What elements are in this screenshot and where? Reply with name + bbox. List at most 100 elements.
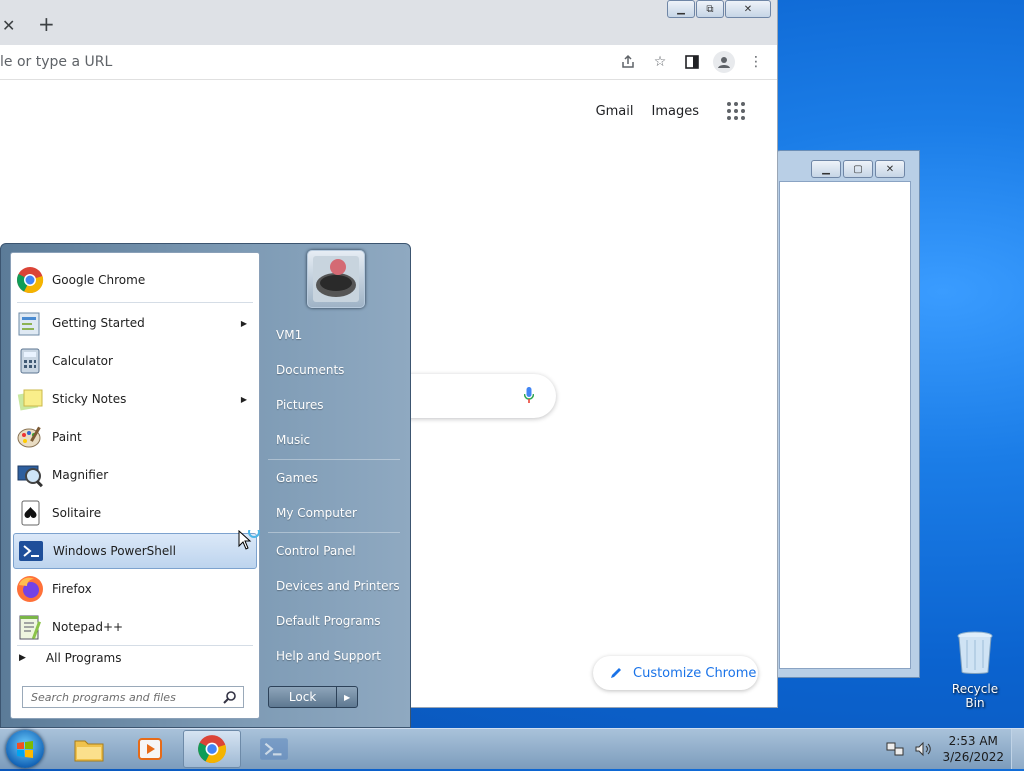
- shutdown-options-arrow-icon[interactable]: ▶: [336, 687, 357, 707]
- lock-label: Lock: [288, 690, 317, 704]
- new-tab-button[interactable]: +: [38, 12, 55, 36]
- menu-kebab-icon[interactable]: ⋮: [745, 51, 767, 73]
- start-menu-programs-pane: Google Chrome Getting Started ▶ Calculat…: [10, 252, 260, 719]
- tab-close-icon[interactable]: ✕: [2, 16, 15, 35]
- search-placeholder: Search programs and files: [31, 690, 176, 704]
- program-item-calculator[interactable]: Calculator: [13, 343, 257, 379]
- volume-icon[interactable]: [914, 740, 932, 758]
- customize-chrome-label: Customize Chrome: [633, 665, 757, 681]
- minimize-button[interactable]: ▁: [667, 0, 695, 18]
- background-window-controls: ▁ ▢ ✕: [811, 160, 905, 178]
- powershell-icon: [16, 536, 46, 566]
- right-link-default-programs[interactable]: Default Programs: [276, 614, 381, 628]
- taskbar: 2:53 AM 3/26/2022: [0, 728, 1024, 769]
- program-item-google-chrome[interactable]: Google Chrome: [13, 262, 257, 298]
- background-window-content: [779, 181, 911, 669]
- program-item-paint[interactable]: Paint: [13, 419, 257, 455]
- user-avatar[interactable]: [307, 250, 365, 308]
- profile-icon[interactable]: [713, 51, 735, 73]
- recycle-bin-desktop-icon[interactable]: Recycle Bin: [942, 630, 1008, 710]
- taskbar-chrome-button[interactable]: [183, 730, 241, 768]
- submenu-arrow-icon: ▶: [240, 394, 247, 404]
- divider: [17, 302, 253, 303]
- network-icon[interactable]: [886, 740, 904, 758]
- program-label: Notepad++: [52, 620, 124, 634]
- tab-bar: ✕ + ▁ ⧉ ✕: [0, 0, 777, 45]
- gmail-link[interactable]: Gmail: [596, 104, 634, 119]
- show-desktop-button[interactable]: [1011, 729, 1024, 769]
- minimize-button[interactable]: ▁: [811, 160, 841, 178]
- chrome-icon: [15, 265, 45, 295]
- program-label: Firefox: [52, 582, 92, 596]
- right-link-help-and-support[interactable]: Help and Support: [276, 649, 381, 663]
- program-item-notepadpp[interactable]: Notepad++: [13, 609, 257, 645]
- right-link-pictures[interactable]: Pictures: [276, 398, 324, 412]
- omnibox-text[interactable]: le or type a URL: [0, 54, 112, 70]
- all-programs-button[interactable]: ▶ All Programs: [19, 651, 122, 665]
- toolbar-icons: ☆ ⋮: [617, 51, 767, 73]
- magnifier-icon: [15, 460, 45, 490]
- restore-button[interactable]: ⧉: [696, 0, 724, 18]
- window-controls: ▁ ⧉ ✕: [667, 0, 771, 18]
- google-top-links: Gmail Images: [596, 102, 745, 120]
- right-link-devices-and-printers[interactable]: Devices and Printers: [276, 579, 400, 593]
- address-bar[interactable]: le or type a URL ☆ ⋮: [0, 45, 777, 80]
- right-link-documents[interactable]: Documents: [276, 363, 344, 377]
- program-label: Solitaire: [52, 506, 102, 520]
- firefox-icon: [15, 574, 45, 604]
- program-label: Sticky Notes: [52, 392, 127, 406]
- close-button[interactable]: ✕: [875, 160, 905, 178]
- program-item-magnifier[interactable]: Magnifier: [13, 457, 257, 493]
- system-tray: 2:53 AM 3/26/2022: [886, 733, 1004, 765]
- folder-icon: [74, 740, 104, 762]
- program-item-sticky-notes[interactable]: Sticky Notes ▶: [13, 381, 257, 417]
- program-item-firefox[interactable]: Firefox: [13, 571, 257, 607]
- clock[interactable]: 2:53 AM 3/26/2022: [942, 733, 1004, 765]
- background-window[interactable]: ▁ ▢ ✕: [774, 150, 920, 678]
- right-link-my-computer[interactable]: My Computer: [276, 506, 357, 520]
- sticky-notes-icon: [15, 384, 45, 414]
- maximize-button[interactable]: ▢: [843, 160, 873, 178]
- windows-logo-icon: [17, 741, 33, 758]
- right-link-music[interactable]: Music: [276, 433, 310, 447]
- mouse-cursor-icon: [238, 530, 260, 550]
- lock-button[interactable]: Lock ▶: [268, 686, 358, 708]
- google-apps-icon[interactable]: [727, 102, 745, 120]
- submenu-arrow-icon: ▶: [240, 318, 247, 328]
- side-panel-icon[interactable]: [681, 51, 703, 73]
- paint-icon: [15, 422, 45, 452]
- taskbar-media-player-button[interactable]: [121, 730, 179, 768]
- bookmark-star-icon[interactable]: ☆: [649, 51, 671, 73]
- search-programs-input[interactable]: Search programs and files: [22, 686, 244, 708]
- right-link-vm1[interactable]: VM1: [276, 328, 302, 342]
- images-link[interactable]: Images: [652, 104, 700, 119]
- close-button[interactable]: ✕: [725, 0, 771, 18]
- divider: [268, 459, 400, 460]
- google-search-box[interactable]: [392, 374, 556, 418]
- divider: [268, 532, 400, 533]
- calculator-icon: [15, 346, 45, 376]
- pencil-icon: [611, 668, 621, 678]
- taskbar-powershell-button[interactable]: [245, 730, 303, 768]
- all-programs-label: All Programs: [45, 651, 122, 665]
- microphone-icon[interactable]: [524, 387, 534, 403]
- recycle-bin-icon: [957, 631, 993, 674]
- program-label: Getting Started: [52, 316, 145, 330]
- search-icon[interactable]: [223, 690, 237, 704]
- program-item-windows-powershell[interactable]: Windows PowerShell: [13, 533, 257, 569]
- clock-date: 3/26/2022: [942, 750, 1004, 764]
- notepadpp-icon: [15, 612, 45, 642]
- recycle-bin-label: Recycle Bin: [951, 682, 999, 710]
- solitaire-icon: [15, 498, 45, 528]
- program-item-solitaire[interactable]: Solitaire: [13, 495, 257, 531]
- share-icon[interactable]: [617, 51, 639, 73]
- program-label: Paint: [52, 430, 82, 444]
- taskbar-explorer-button[interactable]: [60, 730, 118, 768]
- start-button[interactable]: [6, 730, 44, 768]
- program-label: Calculator: [52, 354, 113, 368]
- right-link-games[interactable]: Games: [276, 471, 318, 485]
- right-link-control-panel[interactable]: Control Panel: [276, 544, 356, 558]
- program-item-getting-started[interactable]: Getting Started ▶: [13, 305, 257, 341]
- powershell-icon: [260, 738, 288, 760]
- customize-chrome-button[interactable]: Customize Chrome: [593, 656, 758, 690]
